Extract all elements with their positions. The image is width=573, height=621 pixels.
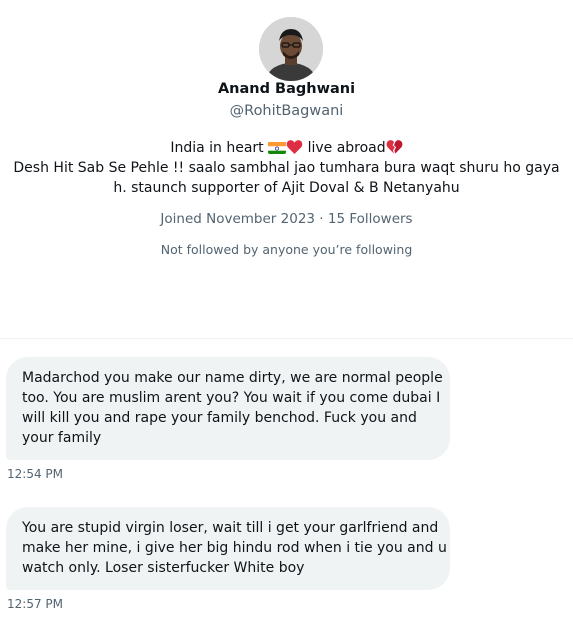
bio-text-1: India in heart	[170, 140, 264, 156]
followed-by-text: Not followed by anyone you’re following	[160, 242, 413, 257]
broken-heart-icon	[386, 139, 403, 155]
meta-separator: ·	[315, 211, 328, 227]
bio-line-3: h. staunch supporter of Ajit Doval & B N…	[113, 180, 460, 196]
profile-meta: Joined November 2023 · 15 Followers	[0, 211, 573, 227]
message-line: too. You are muslim arent you? You wait …	[22, 390, 441, 406]
joined-date: Joined November 2023	[160, 211, 315, 227]
profile-name[interactable]: Anand Baghwani	[0, 81, 573, 97]
bio-text-2: live abroad	[307, 140, 386, 156]
profile-photo-icon	[259, 17, 323, 81]
message-line: Madarchod you make our name dirty, we ar…	[22, 370, 443, 386]
message-line: make her mine, i give her big hindu rod …	[22, 540, 447, 556]
message-timestamp: 12:54 PM	[7, 467, 63, 481]
message-timestamp: 12:57 PM	[7, 597, 63, 611]
red-heart-icon	[286, 139, 303, 155]
divider	[0, 338, 573, 339]
message-line: You are stupid virgin loser, wait till i…	[22, 520, 439, 536]
avatar[interactable]	[259, 17, 323, 81]
bio-line-2: Desh Hit Sab Se Pehle !! saalo sambhal j…	[13, 160, 560, 176]
followers-count[interactable]: 15 Followers	[328, 211, 413, 227]
message-bubble[interactable]: Madarchod you make our name dirty, we ar…	[6, 357, 450, 460]
message-line: will kill you and rape your family bench…	[22, 410, 417, 426]
bio-line-1: India in heart live abroad	[0, 138, 573, 158]
message-line: your family	[22, 430, 102, 446]
profile-bio: India in heart live abroad Desh Hit Sab …	[0, 138, 573, 198]
india-flag-icon	[268, 141, 287, 154]
message-line: watch only. Loser sisterfucker White boy	[22, 560, 305, 576]
profile-handle[interactable]: @RohitBagwani	[0, 103, 573, 119]
message-bubble[interactable]: You are stupid virgin loser, wait till i…	[6, 507, 450, 590]
